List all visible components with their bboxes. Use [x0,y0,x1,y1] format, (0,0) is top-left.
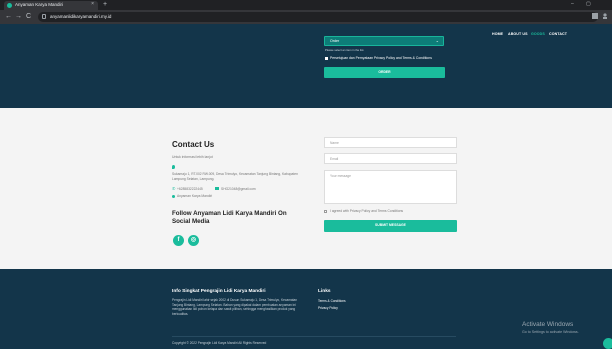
nav-home[interactable]: HOME [492,32,503,36]
url-text: anyamanlidikaryamandiri.my.id [50,14,112,19]
website-icon [172,195,175,198]
nav-goods[interactable]: GOODS [531,32,545,36]
copyright: Copyright © 2022 Pengrajin Lidi Karya Ma… [172,341,267,345]
browser-toolbar: ← → C anyamanlidikaryamandiri.my.id [0,10,612,24]
order-button[interactable]: ORDER [324,67,445,78]
address-bar[interactable]: anyamanlidikaryamandiri.my.id [38,12,598,22]
order-button-label: ORDER [378,70,391,74]
instagram-icon[interactable]: ◎ [188,235,199,246]
footer: Info Singkat Pengrajin Lidi Karya Mandir… [0,269,612,349]
nav-contact[interactable]: CONTACT [549,32,567,36]
facebook-icon[interactable]: f [173,235,184,246]
consent-label: Persetujuan dan Pernyataan Privacy Polic… [330,56,432,60]
footer-links-title: Links [318,289,331,294]
reload-icon[interactable]: C [26,12,31,22]
message-textarea[interactable]: Your message [324,170,457,204]
contact-title: Contact Us [172,140,215,149]
chevron-down-icon: ⌄ [435,38,439,43]
contact-address: Sukamaju 1, RT.002 RW.009, Desa Trimulyo… [172,172,298,181]
contact-website[interactable]: Anyaman Karya Mandiri [177,194,212,198]
footer-link-terms[interactable]: Terms & Conditions [318,299,346,303]
email-placeholder: Email [330,157,339,161]
message-placeholder: Your message [330,174,351,178]
select-validation-note: Please select an item in the list. [325,48,365,52]
consent-checkbox[interactable] [325,57,328,60]
contact-email[interactable]: SHG21048@gmail.com [221,187,256,191]
tab-title: Anyaman Karya Mandiri [15,2,64,7]
floating-action-button[interactable] [603,338,612,349]
contact-subtitle: Untuk informasi lebih lanjut [172,155,213,159]
favicon-icon [7,3,12,8]
activation-watermark-title: Activate Windows [522,321,574,328]
agree-label: I agreed with Privacy Policy and Terms C… [330,209,404,213]
email-input[interactable]: Email [324,153,457,164]
name-placeholder: Name [330,141,339,145]
browser-tab-bar: Anyaman Karya Mandiri × + – ▢ [0,0,612,10]
back-icon[interactable]: ← [5,12,12,22]
contact-section: Contact Us Untuk informasi lebih lanjut … [0,108,612,269]
profile-icon[interactable] [602,13,608,19]
social-title: Follow Anyaman Lidi Karya Mandiri On Soc… [172,210,287,225]
contact-phone[interactable]: +6285832222445 [177,187,203,191]
browser-tab[interactable]: Anyaman Karya Mandiri × [4,1,98,10]
footer-link-privacy[interactable]: Privacy Policy [318,306,338,310]
footer-description: Pengrajin Lidi Mandiri lahir sejak 2002 … [172,298,298,317]
restore-icon[interactable]: ▢ [586,0,591,9]
submit-message-button[interactable]: SUBMIT MESSAGE [324,220,457,232]
order-select[interactable]: Order ⌄ [324,36,444,46]
forward-icon[interactable]: → [15,12,22,22]
footer-divider [172,336,456,337]
new-tab-button[interactable]: + [103,0,107,9]
activation-watermark-subtitle: Go to Settings to activate Windows. [522,330,579,334]
order-section: HOME ABOUT US GOODS CONTACT Order ⌄ Plea… [0,24,612,108]
extension-icon[interactable] [592,13,598,19]
tab-close-icon[interactable]: × [91,1,94,7]
agree-checkbox[interactable] [324,210,327,213]
lock-icon [42,14,46,19]
footer-title: Info Singkat Pengrajin Lidi Karya Mandir… [172,289,266,294]
minimize-icon[interactable]: – [571,0,574,9]
location-pin-icon [172,165,175,169]
nav-about-us[interactable]: ABOUT US [508,32,528,36]
order-select-value: Order [330,39,340,43]
phone-icon: ✆ [172,186,176,191]
email-icon [215,187,219,190]
name-input[interactable]: Name [324,137,457,148]
submit-message-label: SUBMIT MESSAGE [375,223,406,227]
